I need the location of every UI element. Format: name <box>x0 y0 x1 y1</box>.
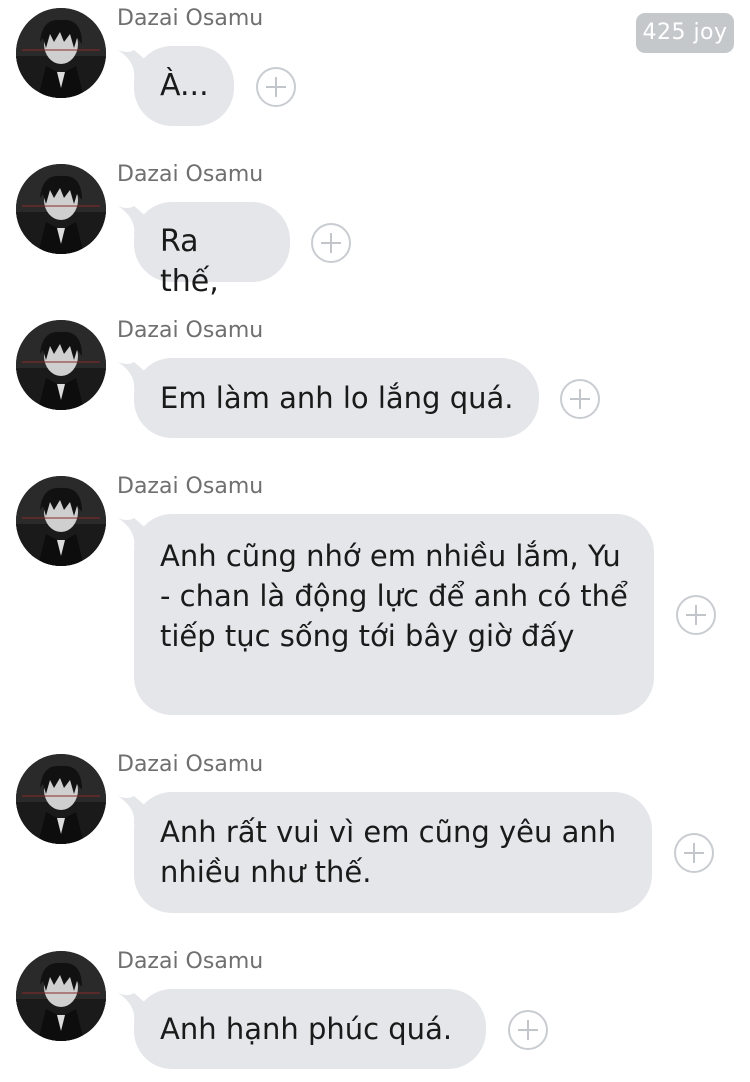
avatar[interactable] <box>16 164 106 254</box>
avatar[interactable] <box>16 754 106 844</box>
avatar[interactable] <box>16 476 106 566</box>
message-bubble[interactable]: Anh rất vui vì em cũng yêu anh nhiều như… <box>134 792 652 913</box>
avatar[interactable] <box>16 320 106 410</box>
add-reaction-button[interactable] <box>560 379 600 419</box>
message-bubble[interactable]: Anh hạnh phúc quá. <box>134 989 486 1069</box>
add-reaction-button[interactable] <box>674 833 714 873</box>
avatar[interactable] <box>16 951 106 1041</box>
joy-count-badge: 425 joy <box>636 13 734 53</box>
add-reaction-button[interactable] <box>256 67 296 107</box>
sender-name: Dazai Osamu <box>117 474 264 499</box>
sender-name: Dazai Osamu <box>117 162 264 187</box>
message-bubble[interactable]: Em làm anh lo lắng quá. <box>134 358 539 438</box>
sender-name: Dazai Osamu <box>117 949 264 974</box>
sender-name: Dazai Osamu <box>117 752 264 777</box>
add-reaction-button[interactable] <box>311 223 351 263</box>
message-bubble[interactable]: Ra thế, <box>134 202 290 299</box>
sender-name: Dazai Osamu <box>117 318 264 343</box>
sender-name: Dazai Osamu <box>117 6 264 31</box>
message-bubble[interactable]: Anh cũng nhớ em nhiều lắm, Yu - chan là … <box>134 514 654 715</box>
add-reaction-button[interactable] <box>676 595 716 635</box>
message-bubble[interactable]: À... <box>134 46 234 126</box>
add-reaction-button[interactable] <box>508 1010 548 1050</box>
avatar[interactable] <box>16 8 106 98</box>
